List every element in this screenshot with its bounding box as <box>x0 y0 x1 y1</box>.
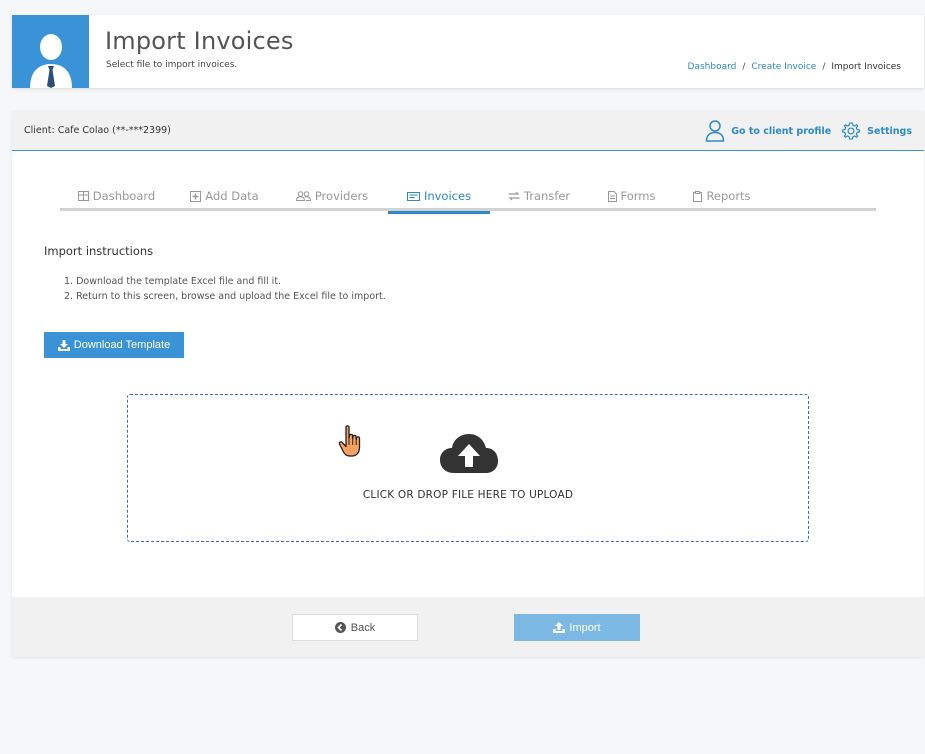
exchange-icon <box>508 191 520 201</box>
form-footer: Back Import <box>12 597 924 657</box>
table-icon <box>77 191 89 201</box>
import-label: Import <box>569 621 601 634</box>
tab-label: Transfer <box>523 189 571 203</box>
upload-icon <box>553 622 566 633</box>
breadcrumb: Dashboard / Create Invoice / Import Invo… <box>688 62 901 72</box>
dropzone-text: CLICK OR DROP FILE HERE TO UPLOAD <box>362 489 574 501</box>
settings-link[interactable]: Settings <box>841 121 912 141</box>
breadcrumb-separator: / <box>742 62 746 72</box>
main-card: Client: Cafe Colao (**-***2399) Go to cl… <box>12 111 924 657</box>
download-template-button[interactable]: Download Template <box>44 332 184 358</box>
tab-add-data[interactable]: Add Data <box>173 181 276 211</box>
instructions-title: Import instructions <box>44 244 154 258</box>
page-header: Import Invoices Select file to import in… <box>12 15 924 88</box>
gear-icon <box>842 122 861 140</box>
client-actions: Go to client profile Settings <box>705 120 912 142</box>
instruction-step: 2. Return to this screen, browse and upl… <box>64 291 386 302</box>
tab-label: Forms <box>620 189 656 203</box>
hand-pointer-cursor-icon <box>338 425 364 459</box>
breadcrumb-separator: / <box>822 62 826 72</box>
tab-providers[interactable]: Providers <box>276 181 388 211</box>
invoice-icon <box>406 191 420 201</box>
arrow-circle-left-icon <box>334 622 346 633</box>
breadcrumb-create-invoice[interactable]: Create Invoice <box>751 62 816 72</box>
file-dropzone[interactable]: CLICK OR DROP FILE HERE TO UPLOAD <box>127 394 809 542</box>
tab-invoices[interactable]: Invoices <box>388 181 490 214</box>
tab-dashboard[interactable]: Dashboard <box>60 181 173 211</box>
user-outline-icon <box>705 120 725 142</box>
download-template-label: Download Template <box>73 339 171 351</box>
client-bar: Client: Cafe Colao (**-***2399) Go to cl… <box>12 111 924 151</box>
go-to-client-profile-link[interactable]: Go to client profile <box>705 120 831 142</box>
tab-label: Invoices <box>423 189 472 203</box>
cloud-upload-icon <box>440 434 498 473</box>
tab-reports[interactable]: Reports <box>675 181 769 211</box>
tab-label: Reports <box>706 189 751 203</box>
clipboard-icon <box>693 190 703 202</box>
instruction-step: 1. Download the template Excel file and … <box>64 276 282 287</box>
users-icon <box>295 191 311 201</box>
go-to-client-profile-label: Go to client profile <box>731 125 832 137</box>
tab-label: Dashboard <box>92 189 156 203</box>
breadcrumb-dashboard[interactable]: Dashboard <box>688 62 737 72</box>
tab-label: Add Data <box>205 189 259 203</box>
tab-label: Providers <box>314 189 369 203</box>
breadcrumb-current: Import Invoices <box>831 62 901 72</box>
back-label: Back <box>350 621 376 634</box>
file-icon <box>607 190 617 202</box>
user-tie-icon <box>29 34 72 88</box>
plus-square-icon <box>190 190 202 202</box>
download-icon <box>57 339 70 351</box>
tab-forms[interactable]: Forms <box>588 181 675 211</box>
nav-tabs: Dashboard Add Data Providers Invoices Tr… <box>60 181 876 214</box>
tab-transfer[interactable]: Transfer <box>490 181 588 211</box>
settings-label: Settings <box>867 125 912 137</box>
client-label: Client: Cafe Colao (**-***2399) <box>24 125 171 136</box>
page-subtitle: Select file to import invoices. <box>106 60 238 70</box>
instructions-list: 1. Download the template Excel file and … <box>64 274 386 304</box>
back-button[interactable]: Back <box>292 614 418 641</box>
import-button[interactable]: Import <box>514 614 640 641</box>
page-title: Import Invoices <box>105 27 294 55</box>
avatar <box>12 15 89 88</box>
